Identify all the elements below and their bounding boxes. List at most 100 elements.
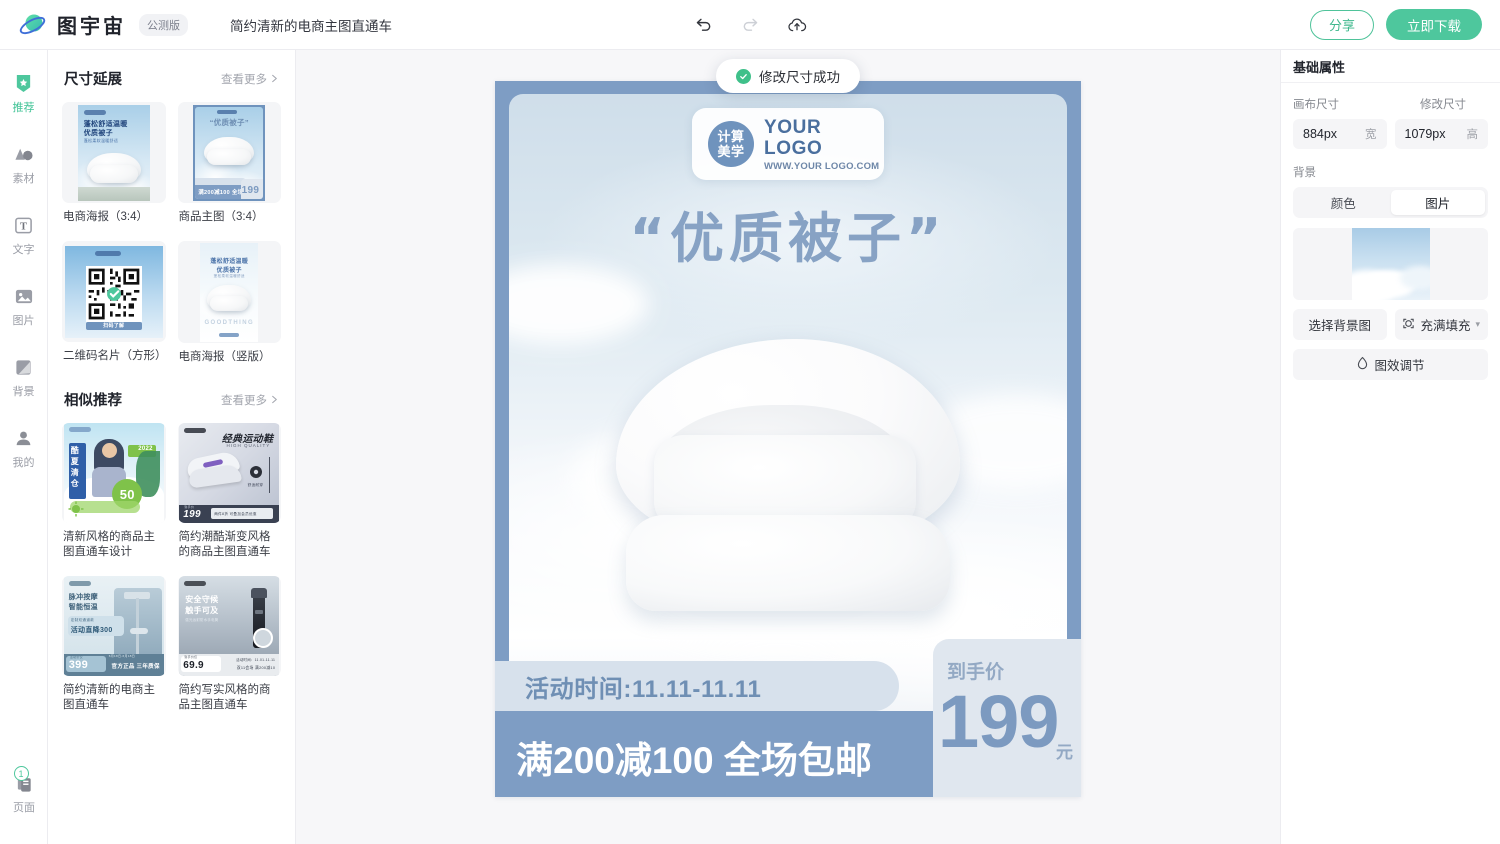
template-label: 电商海报（竖版） — [178, 351, 271, 363]
app-logo-icon — [18, 10, 48, 40]
top-actions: 分享 立即下载 — [1310, 9, 1500, 40]
image-effect-label: 图效调节 — [1374, 359, 1425, 373]
background-preview[interactable] — [1293, 228, 1488, 300]
user-icon — [13, 428, 34, 449]
beta-tag: 公测版 — [139, 13, 188, 36]
logo-badge-line2: 美学 — [717, 144, 745, 159]
app-root: 图宇宙 公测版 简约清新的电商主图直通车 分享 立即下载 推荐 素材 T 文字 … — [0, 0, 1500, 844]
template-card[interactable]: 安全守候 触手可及 强光远射防水手电筒 69.9 到手价仅 活动时间：11.01 — [177, 576, 281, 719]
canvas-artboard: 计算 美学 YOUR LOGO WWW.YOUR LOGO.COM “优质被子” — [509, 94, 1067, 711]
material-shapes-icon — [13, 144, 34, 165]
price-unit: 元 — [1056, 743, 1073, 762]
height-value: 1079px — [1404, 127, 1446, 141]
template-card[interactable]: 蓬松舒适温暖 优质被子 蓬松柔软温暖舒适 电商海报（3:4） — [62, 102, 166, 231]
template-panel[interactable]: 尺寸延展 查看更多 蓬松舒适温暖 优质被子 蓬松柔软温暖舒适 电商海报（3:4）… — [48, 50, 296, 844]
width-input[interactable]: 884px 宽 — [1293, 119, 1387, 149]
logo-badge-line1: 计算 — [717, 129, 745, 144]
image-effect-button[interactable]: 图效调节 — [1293, 349, 1488, 380]
section-header-size-extend: 尺寸延展 查看更多 — [64, 68, 279, 89]
template-thumbnail: 扫码了解 — [62, 241, 166, 342]
droplet-icon — [1356, 356, 1369, 373]
view-more-label: 查看更多 — [221, 73, 267, 86]
upload-cloud-icon[interactable] — [784, 12, 810, 38]
template-card[interactable]: 蓬松舒适温暖 优质被子 蓬松柔软温暖舒适 GOODTHING 电商海报（竖版） — [177, 241, 281, 371]
product-image-quilt[interactable] — [608, 339, 968, 629]
qr-code-icon — [85, 265, 142, 322]
pages-icon: 1 — [13, 766, 35, 794]
workspace: 推荐 素材 T 文字 图片 背景 我的 1 页面 尺寸延展 查看更多 蓬松舒适温… — [0, 50, 1500, 844]
sidebar-item-recommend[interactable]: 推荐 — [0, 64, 48, 122]
template-card[interactable]: “优质被子” 满200减100 全场包邮 199 商品主图（3:4） — [177, 102, 281, 231]
similar-grid: 酷夏清仓 2022 50 清新风格的商品主图直通车设计 经典运动鞋 HIGH Q… — [62, 423, 281, 719]
toast-notification: 修改尺寸成功 — [716, 59, 860, 93]
redo-icon — [737, 12, 763, 38]
logo-watermark[interactable]: 计算 美学 YOUR LOGO WWW.YOUR LOGO.COM — [692, 108, 884, 180]
document-title[interactable]: 简约清新的电商主图直通车 — [230, 15, 392, 35]
template-thumbnail: 酷夏清仓 2022 50 — [62, 423, 166, 523]
choose-background-button[interactable]: 选择背景图 — [1293, 309, 1387, 340]
design-canvas[interactable]: 计算 美学 YOUR LOGO WWW.YOUR LOGO.COM “优质被子” — [495, 81, 1081, 797]
template-card[interactable]: 扫码了解 二维码名片（方形） — [62, 241, 167, 371]
section-header-similar: 相似推荐 查看更多 — [64, 389, 279, 410]
size-labels-row: 画布尺寸 修改尺寸 — [1293, 96, 1488, 112]
canvas-stage[interactable]: 计算 美学 YOUR LOGO WWW.YOUR LOGO.COM “优质被子” — [296, 50, 1280, 844]
fill-mode-dropdown[interactable]: 充满填充 ▾ — [1394, 309, 1488, 340]
event-time-banner[interactable]: 活动时间:11.11-11.11 — [495, 661, 899, 711]
template-card[interactable]: 经典运动鞋 HIGH QUALITY 舒适耐穿 199 到手价 两件8折 可叠加… — [177, 423, 281, 566]
svg-text:T: T — [20, 221, 27, 232]
template-thumbnail: “优质被子” 满200减100 全场包邮 199 — [177, 102, 281, 203]
width-value: 884px — [1303, 127, 1338, 141]
template-card[interactable]: 酷夏清仓 2022 50 清新风格的商品主图直通车设计 — [62, 423, 166, 566]
size-extend-grid: 蓬松舒适温暖 优质被子 蓬松柔软温暖舒适 电商海报（3:4） “优质被子” 满2… — [62, 102, 281, 371]
template-thumbnail: 蓬松舒适温暖 优质被子 蓬松柔软温暖舒适 — [62, 102, 166, 203]
brand-name: 图宇宙 — [57, 16, 126, 38]
canvas-size-label: 画布尺寸 — [1293, 99, 1339, 111]
sidebar-item-label: 素材 — [12, 173, 35, 185]
sidebar-item-background[interactable]: 背景 — [0, 348, 48, 406]
price-box[interactable]: 到手价 199 元 — [933, 639, 1081, 797]
template-label: 清新风格的商品主图直通车设计 — [63, 531, 155, 558]
template-label: 简约潮酷渐变风格的商品主图直通车 — [178, 531, 271, 558]
sidebar-item-text[interactable]: T 文字 — [0, 206, 48, 264]
template-thumbnail: 脉冲按摩 智能恒温 定制双通道款 活动直降300 399 活动价仅 官方正品 三… — [62, 576, 166, 676]
text-box-icon: T — [13, 215, 34, 236]
section-title: 相似推荐 — [64, 393, 122, 409]
brand[interactable]: 图宇宙 公测版 — [0, 10, 188, 40]
top-bar: 图宇宙 公测版 简约清新的电商主图直通车 分享 立即下载 — [0, 0, 1500, 50]
template-label: 简约写实风格的商品主图直通车 — [178, 684, 271, 711]
download-button[interactable]: 立即下载 — [1386, 9, 1482, 40]
size-inputs-row: 884px 宽 1079px 高 — [1293, 119, 1488, 149]
share-button[interactable]: 分享 — [1310, 9, 1374, 40]
template-label: 简约清新的电商主图直通车 — [63, 684, 155, 711]
view-more-link[interactable]: 查看更多 — [221, 71, 279, 87]
canvas-headline[interactable]: “优质被子” — [509, 194, 1067, 273]
recommend-badge-icon — [13, 73, 34, 94]
undo-icon[interactable] — [690, 12, 716, 38]
template-card[interactable]: 脉冲按摩 智能恒温 定制双通道款 活动直降300 399 活动价仅 官方正品 三… — [62, 576, 166, 719]
sidebar-item-material[interactable]: 素材 — [0, 135, 48, 193]
sidebar-item-pages[interactable]: 1 页面 — [0, 764, 48, 822]
chevron-right-icon — [272, 74, 277, 83]
pages-count-badge: 1 — [13, 766, 29, 781]
tab-background-color[interactable]: 颜色 — [1296, 190, 1391, 215]
properties-title: 基础属性 — [1281, 50, 1500, 83]
template-label: 商品主图（3:4） — [178, 211, 264, 223]
pages-section: 1 页面 — [0, 764, 48, 822]
background-thumbnail — [1351, 228, 1430, 300]
background-actions-row: 选择背景图 充满填充 ▾ — [1293, 309, 1488, 340]
properties-body: 画布尺寸 修改尺寸 884px 宽 1079px 高 背景 颜色 图片 选择背景… — [1281, 83, 1500, 380]
sidebar-item-mine[interactable]: 我的 — [0, 419, 48, 477]
height-input[interactable]: 1079px 高 — [1394, 119, 1488, 149]
tab-background-image[interactable]: 图片 — [1390, 190, 1485, 215]
sidebar-item-image[interactable]: 图片 — [0, 277, 48, 335]
background-label: 背景 — [1293, 167, 1316, 179]
view-more-link[interactable]: 查看更多 — [221, 392, 279, 408]
width-unit-label: 宽 — [1365, 129, 1377, 141]
sidebar-item-label: 页面 — [13, 802, 35, 814]
chevron-right-icon — [272, 395, 277, 404]
fill-mode-label: 充满填充 — [1420, 319, 1471, 333]
modify-size-label[interactable]: 修改尺寸 — [1420, 96, 1466, 112]
background-icon — [13, 357, 34, 378]
view-more-label: 查看更多 — [221, 394, 267, 407]
price-number: 199 — [938, 680, 1059, 763]
